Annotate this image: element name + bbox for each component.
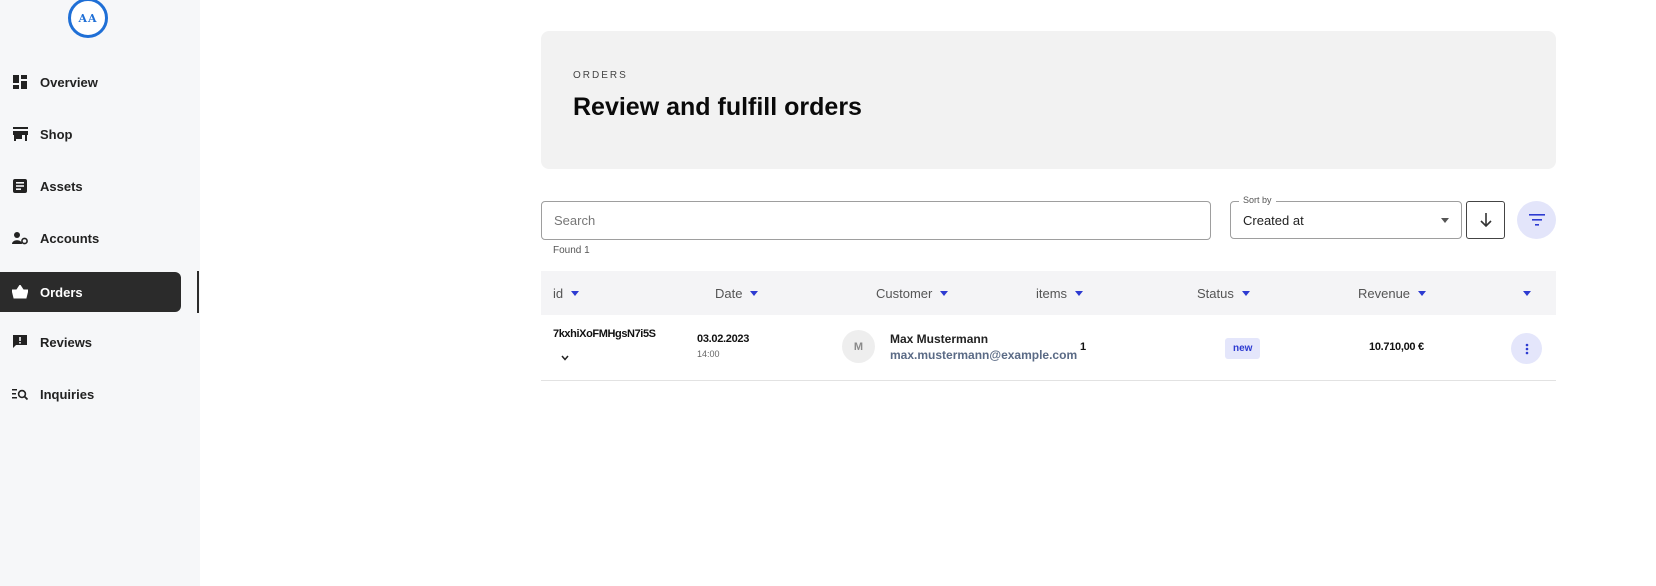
table-header: id Date Customer items Status Revenue xyxy=(541,271,1556,315)
result-count: Found 1 xyxy=(553,245,590,256)
sidebar-item-label: Reviews xyxy=(40,334,93,350)
filter-icon xyxy=(1528,214,1545,226)
sidebar-item-reviews[interactable]: Reviews xyxy=(0,322,181,362)
page-header: ORDERS Review and fulfill orders xyxy=(541,31,1556,169)
column-header-actions[interactable] xyxy=(1515,271,1531,315)
chevron-down-icon[interactable] xyxy=(561,348,569,366)
table-row[interactable]: 7kxhiXoFMHgsN7i5S 03.02.2023 14:00 M Max… xyxy=(541,316,1556,381)
column-header-items[interactable]: items xyxy=(1036,271,1084,315)
sort-caret-icon xyxy=(750,290,759,296)
sidebar-item-label: Orders xyxy=(40,284,83,300)
store-icon xyxy=(12,126,28,142)
review-feedback-icon xyxy=(12,334,28,350)
row-actions-button[interactable] xyxy=(1511,333,1542,364)
column-header-status[interactable]: Status xyxy=(1197,271,1250,315)
sidebar-item-label: Inquiries xyxy=(40,386,95,402)
basket-icon xyxy=(12,284,28,300)
column-header-id[interactable]: id xyxy=(553,271,580,315)
column-header-date[interactable]: Date xyxy=(715,271,759,315)
sort-caret-icon xyxy=(1241,290,1250,296)
order-revenue: 10.710,00 € xyxy=(1369,341,1424,353)
app-logo[interactable]: AA xyxy=(68,0,108,38)
customer-email-link[interactable]: max.mustermann@example.com xyxy=(890,348,1077,362)
sort-by-select[interactable]: Sort by Created at xyxy=(1230,195,1462,239)
dashboard-icon xyxy=(12,74,28,90)
status-badge: new xyxy=(1225,338,1261,359)
sidebar-item-label: Accounts xyxy=(40,230,100,246)
sidebar-item-shop[interactable]: Shop xyxy=(0,114,181,154)
sidebar: AA Overview Shop Assets Accounts Orders xyxy=(0,0,200,586)
page-title: Review and fulfill orders xyxy=(573,93,862,121)
page-eyebrow: ORDERS xyxy=(573,70,628,81)
sort-caret-icon xyxy=(1418,290,1427,296)
more-vertical-icon xyxy=(1525,343,1528,354)
active-nav-marker xyxy=(197,271,199,313)
sidebar-item-overview[interactable]: Overview xyxy=(0,62,181,102)
avatar: M xyxy=(842,330,875,363)
order-items-count: 1 xyxy=(1080,341,1087,353)
sort-by-label: Sort by xyxy=(1239,195,1276,205)
sidebar-item-assets[interactable]: Assets xyxy=(0,166,181,206)
search-input[interactable] xyxy=(542,202,1210,239)
arrow-down-icon xyxy=(1479,213,1492,228)
column-label: items xyxy=(1036,285,1068,301)
search-list-icon xyxy=(12,386,28,402)
sidebar-item-label: Overview xyxy=(40,74,98,90)
column-label: Date xyxy=(715,285,743,301)
sort-caret-icon xyxy=(940,290,949,296)
sidebar-item-inquiries[interactable]: Inquiries xyxy=(0,374,181,414)
column-header-customer[interactable]: Customer xyxy=(876,271,949,315)
column-label: Status xyxy=(1197,285,1234,301)
column-label: Revenue xyxy=(1358,285,1411,301)
chevron-down-icon xyxy=(1441,218,1449,223)
column-label: id xyxy=(553,285,564,301)
sidebar-item-label: Assets xyxy=(40,178,83,194)
search-field[interactable] xyxy=(541,201,1211,240)
sort-by-value: Created at xyxy=(1243,213,1304,228)
column-label: Customer xyxy=(876,285,933,301)
document-icon xyxy=(12,178,28,194)
sidebar-item-orders[interactable]: Orders xyxy=(0,272,181,312)
order-id: 7kxhiXoFMHgsN7i5S xyxy=(553,328,656,340)
sort-direction-button[interactable] xyxy=(1466,201,1505,239)
sort-caret-icon xyxy=(1523,290,1531,296)
column-header-revenue[interactable]: Revenue xyxy=(1358,271,1427,315)
order-date: 03.02.2023 xyxy=(697,333,750,345)
sidebar-item-accounts[interactable]: Accounts xyxy=(0,218,181,258)
sort-caret-icon xyxy=(1075,290,1084,296)
filter-button[interactable] xyxy=(1517,201,1556,239)
customer-name: Max Mustermann xyxy=(890,332,989,346)
account-settings-icon xyxy=(12,230,28,246)
sidebar-item-label: Shop xyxy=(40,126,73,142)
order-time: 14:00 xyxy=(697,349,720,359)
sort-caret-icon xyxy=(571,290,580,296)
